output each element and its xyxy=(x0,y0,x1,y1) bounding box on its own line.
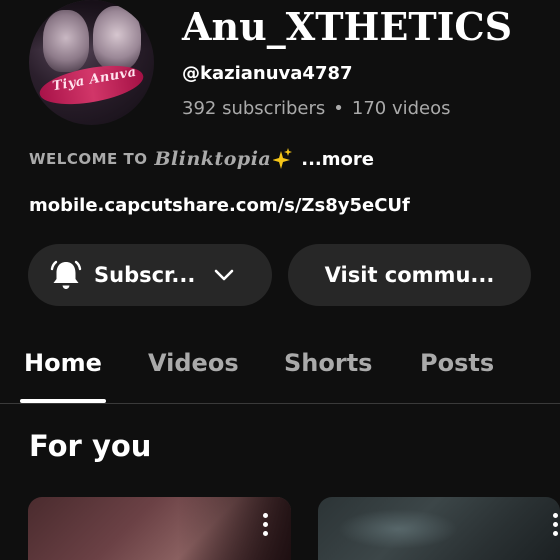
video-thumbnail-2[interactable] xyxy=(318,497,560,560)
avatar-face-left xyxy=(43,10,89,72)
sparkles-icon xyxy=(272,148,293,170)
description-brand: Blinktopia xyxy=(154,148,272,170)
more-vert-icon[interactable] xyxy=(552,511,560,539)
video-count: 170 videos xyxy=(351,98,451,119)
channel-description[interactable]: WELCOME TO Blinktopia ...more xyxy=(29,146,374,172)
channel-name: Anu_XTHETICS xyxy=(182,4,513,49)
section-title: For you xyxy=(29,429,152,463)
tab-home[interactable]: Home xyxy=(24,346,102,380)
visit-community-button[interactable]: Visit commu... xyxy=(288,244,531,306)
subscriber-count: 392 subscribers xyxy=(182,98,326,119)
tab-videos[interactable]: Videos xyxy=(148,346,239,380)
tabs-divider xyxy=(0,403,560,404)
more-vert-icon[interactable] xyxy=(262,511,270,539)
channel-avatar[interactable]: Tiya Anuva xyxy=(29,0,154,125)
description-more-link[interactable]: ...more xyxy=(301,149,374,170)
tab-shorts[interactable]: Shorts xyxy=(284,346,372,380)
channel-stats: 392 subscribers • 170 videos xyxy=(182,97,451,121)
channel-handle: @kazianuva4787 xyxy=(182,63,353,84)
thumbnail-glow xyxy=(338,509,458,549)
channel-tabs: Home Videos Shorts Posts xyxy=(0,338,560,404)
subscribe-label: Subscr... xyxy=(94,263,196,287)
bell-icon xyxy=(48,257,84,293)
visit-community-label: Visit commu... xyxy=(324,263,495,287)
channel-link[interactable]: mobile.capcutshare.com/s/Zs8y5eCUf xyxy=(29,193,410,219)
avatar-face-right xyxy=(93,6,141,70)
tab-posts[interactable]: Posts xyxy=(420,346,494,380)
description-welcome: WELCOME TO xyxy=(29,150,148,168)
stats-separator: • xyxy=(333,98,344,119)
subscribe-button[interactable]: Subscr... xyxy=(28,244,272,306)
chevron-down-icon xyxy=(213,264,235,286)
video-thumbnail-1[interactable] xyxy=(28,497,291,560)
thumbnail-shade xyxy=(178,497,291,560)
